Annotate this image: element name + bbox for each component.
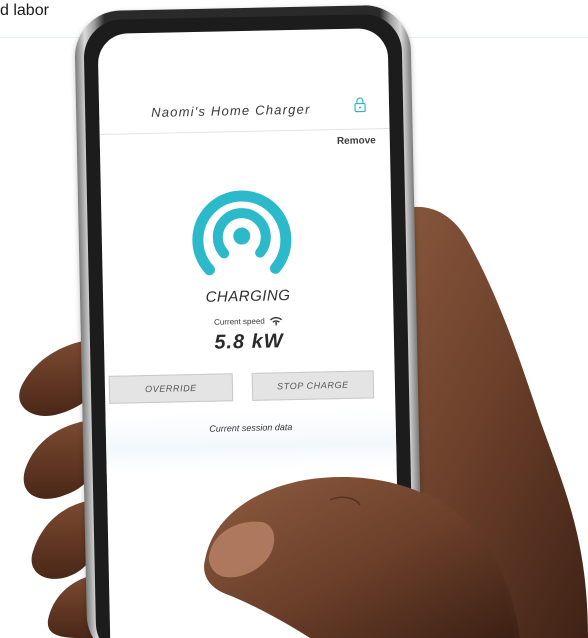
current-speed-label: Current speed [214, 316, 265, 327]
remove-link[interactable]: Remove [337, 135, 376, 147]
charger-title: Naomi's Home Charger [151, 101, 311, 120]
override-button[interactable]: OVERRIDE [108, 373, 234, 404]
phone-bezel: Naomi's Home Charger Remove CHARGING Cur [83, 13, 415, 638]
app-header: Naomi's Home Charger [97, 27, 390, 136]
stage: d labor Naomi's Home Charger Remove CHAR… [0, 0, 588, 638]
wifi-signal-icon [270, 316, 283, 326]
session-section-bg [105, 407, 397, 474]
background-text: d labor [0, 2, 49, 19]
charging-signal-icon [192, 190, 292, 276]
stop-charge-button[interactable]: STOP CHARGE [251, 370, 375, 401]
phone-device: Naomi's Home Charger Remove CHARGING Cur [74, 4, 424, 638]
phone-screen: Naomi's Home Charger Remove CHARGING Cur [97, 27, 401, 638]
current-speed-row: Current speed [104, 314, 394, 330]
padlock-icon[interactable] [354, 96, 366, 113]
charging-status: CHARGING [205, 287, 291, 306]
current-speed-value: 5.8 kW [214, 330, 284, 354]
